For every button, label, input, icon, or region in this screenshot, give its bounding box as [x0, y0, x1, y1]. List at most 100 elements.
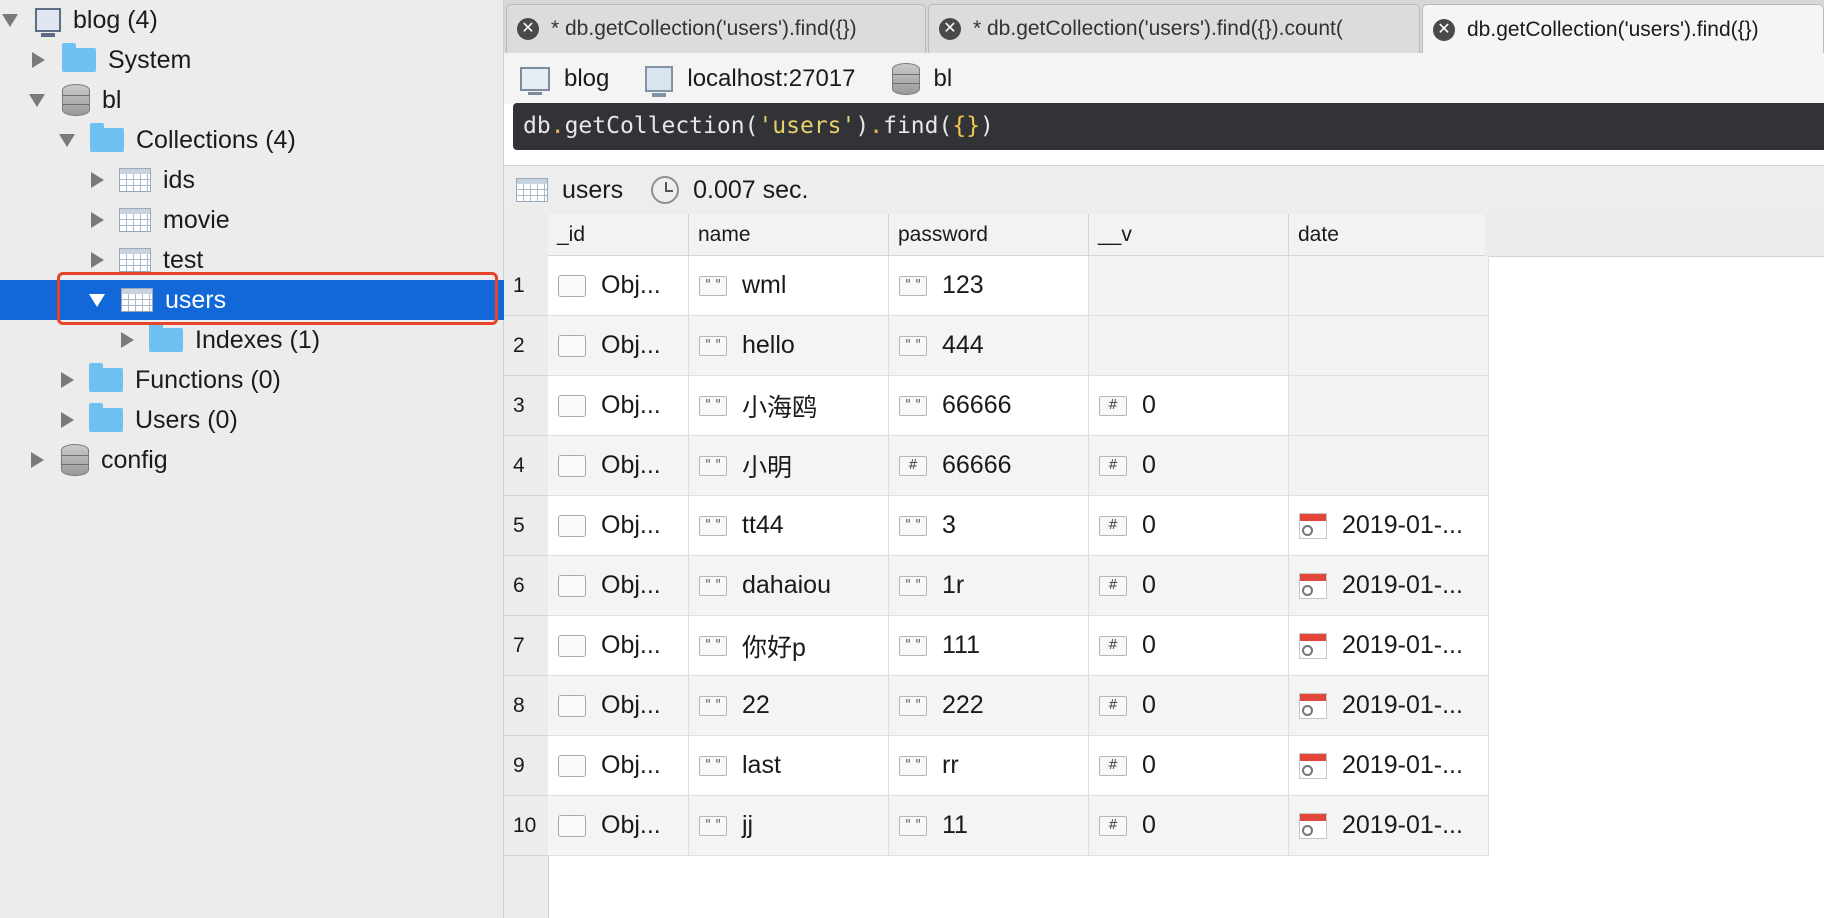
- cell-password[interactable]: #66666: [889, 436, 1089, 496]
- close-icon[interactable]: ✕: [517, 18, 539, 40]
- cell-v[interactable]: [1089, 316, 1289, 376]
- tree-item-functions[interactable]: Functions (0): [0, 360, 504, 400]
- cell-v[interactable]: #0: [1089, 556, 1289, 616]
- cell-name[interactable]: " " last: [689, 736, 889, 796]
- tree-item-config-database[interactable]: config: [0, 440, 504, 480]
- cell-v[interactable]: #0: [1089, 616, 1289, 676]
- tree-item-collections[interactable]: Collections (4): [0, 120, 504, 160]
- cell-date[interactable]: 2019-01-...: [1289, 556, 1489, 616]
- cell-name[interactable]: " " 小明: [689, 436, 889, 496]
- tree-item-movie[interactable]: movie: [0, 200, 504, 240]
- cell-name[interactable]: " " dahaiou: [689, 556, 889, 616]
- cell-v[interactable]: #0: [1089, 796, 1289, 856]
- collapse-triangle-icon[interactable]: [91, 252, 104, 268]
- string-type-icon: " ": [899, 575, 927, 596]
- tab-query-find[interactable]: ✕ * db.getCollection('users').find({}): [506, 4, 926, 53]
- cell-id[interactable]: Obj...: [548, 736, 689, 796]
- cell-password[interactable]: " " 111: [889, 616, 1089, 676]
- cell-password[interactable]: " " 444: [889, 316, 1089, 376]
- cell-password[interactable]: " " 1r: [889, 556, 1089, 616]
- cell-name[interactable]: " " 小海鸥: [689, 376, 889, 436]
- tree-item-ids[interactable]: ids: [0, 160, 504, 200]
- cell-password[interactable]: " " 11: [889, 796, 1089, 856]
- header-filler: [1485, 214, 1824, 257]
- tree-item-users-folder[interactable]: Users (0): [0, 400, 504, 440]
- server-icon: [35, 8, 61, 37]
- tab-query-count[interactable]: ✕ * db.getCollection('users').find({}).c…: [928, 4, 1420, 53]
- query-editor[interactable]: db.getCollection('users').find({}): [513, 103, 1824, 150]
- collapse-triangle-icon[interactable]: [32, 52, 45, 68]
- column-header-date[interactable]: date: [1289, 214, 1489, 256]
- collapse-triangle-icon[interactable]: [121, 332, 134, 348]
- cell-id[interactable]: Obj...: [548, 376, 689, 436]
- cell-id[interactable]: Obj...: [548, 256, 689, 316]
- cell-id[interactable]: Obj...: [548, 796, 689, 856]
- cell-date[interactable]: [1289, 376, 1489, 436]
- cell-name[interactable]: " " wml: [689, 256, 889, 316]
- tree-item-system[interactable]: System: [0, 40, 504, 80]
- close-icon[interactable]: ✕: [1433, 18, 1455, 41]
- collapse-triangle-icon[interactable]: [91, 212, 104, 228]
- row-number: 1: [504, 256, 548, 316]
- tree-item-bl-database[interactable]: bl: [0, 80, 504, 120]
- cell-v[interactable]: #0: [1089, 676, 1289, 736]
- results-grid[interactable]: _id name password __v date 1 Obj... " " wml…: [504, 214, 1824, 918]
- cell-value: 0: [1142, 751, 1156, 779]
- tree-item-indexes[interactable]: Indexes (1): [0, 320, 504, 360]
- close-icon[interactable]: ✕: [939, 18, 961, 40]
- cell-date[interactable]: 2019-01-...: [1289, 676, 1489, 736]
- cell-value: 2019-01-...: [1342, 751, 1463, 779]
- collapse-triangle-icon[interactable]: [31, 452, 44, 468]
- cell-id[interactable]: Obj...: [548, 556, 689, 616]
- cell-name[interactable]: " " 22: [689, 676, 889, 736]
- collection-icon: [516, 178, 548, 202]
- string-type-icon: " ": [899, 335, 927, 356]
- string-type-icon: " ": [899, 635, 927, 656]
- cell-value: 小明: [742, 453, 793, 482]
- expand-triangle-icon[interactable]: [2, 13, 18, 27]
- cell-date[interactable]: 2019-01-...: [1289, 796, 1489, 856]
- cell-password[interactable]: " " 222: [889, 676, 1089, 736]
- cell-v[interactable]: [1089, 256, 1289, 316]
- cell-password[interactable]: " " 3: [889, 496, 1089, 556]
- cell-date[interactable]: [1289, 316, 1489, 376]
- column-header-v[interactable]: __v: [1089, 214, 1289, 256]
- cell-date[interactable]: 2019-01-...: [1289, 616, 1489, 676]
- collapse-triangle-icon[interactable]: [61, 412, 74, 428]
- cell-date[interactable]: 2019-01-...: [1289, 736, 1489, 796]
- cell-date[interactable]: 2019-01-...: [1289, 496, 1489, 556]
- cell-id[interactable]: Obj...: [548, 316, 689, 376]
- cell-name[interactable]: " " 你好p: [689, 616, 889, 676]
- cell-value: 66666: [942, 391, 1012, 419]
- cell-password[interactable]: " " 66666: [889, 376, 1089, 436]
- expand-triangle-icon[interactable]: [29, 93, 45, 107]
- server-icon: [520, 66, 550, 95]
- collection-icon: [119, 248, 151, 272]
- cell-v[interactable]: #0: [1089, 376, 1289, 436]
- cell-v[interactable]: #0: [1089, 736, 1289, 796]
- cell-id[interactable]: Obj...: [548, 616, 689, 676]
- expand-triangle-icon[interactable]: [59, 133, 75, 147]
- cell-name[interactable]: " " hello: [689, 316, 889, 376]
- query-db: db: [523, 113, 551, 139]
- cell-value: 123: [942, 271, 984, 299]
- column-header-password[interactable]: password: [889, 214, 1089, 256]
- cell-date[interactable]: [1289, 436, 1489, 496]
- cell-id[interactable]: Obj...: [548, 496, 689, 556]
- column-header-id[interactable]: _id: [548, 214, 689, 256]
- string-type-icon: " ": [699, 455, 727, 476]
- cell-password[interactable]: " " rr: [889, 736, 1089, 796]
- cell-id[interactable]: Obj...: [548, 676, 689, 736]
- tab-query-active[interactable]: ✕ db.getCollection('users').find({}): [1422, 4, 1824, 54]
- cell-v[interactable]: #0: [1089, 436, 1289, 496]
- cell-v[interactable]: #0: [1089, 496, 1289, 556]
- collapse-triangle-icon[interactable]: [91, 172, 104, 188]
- column-header-name[interactable]: name: [689, 214, 889, 256]
- cell-name[interactable]: " " jj: [689, 796, 889, 856]
- cell-password[interactable]: " " 123: [889, 256, 1089, 316]
- cell-date[interactable]: [1289, 256, 1489, 316]
- collapse-triangle-icon[interactable]: [61, 372, 74, 388]
- cell-name[interactable]: " " tt44: [689, 496, 889, 556]
- tree-item-blog-server[interactable]: blog (4): [0, 0, 504, 40]
- cell-id[interactable]: Obj...: [548, 436, 689, 496]
